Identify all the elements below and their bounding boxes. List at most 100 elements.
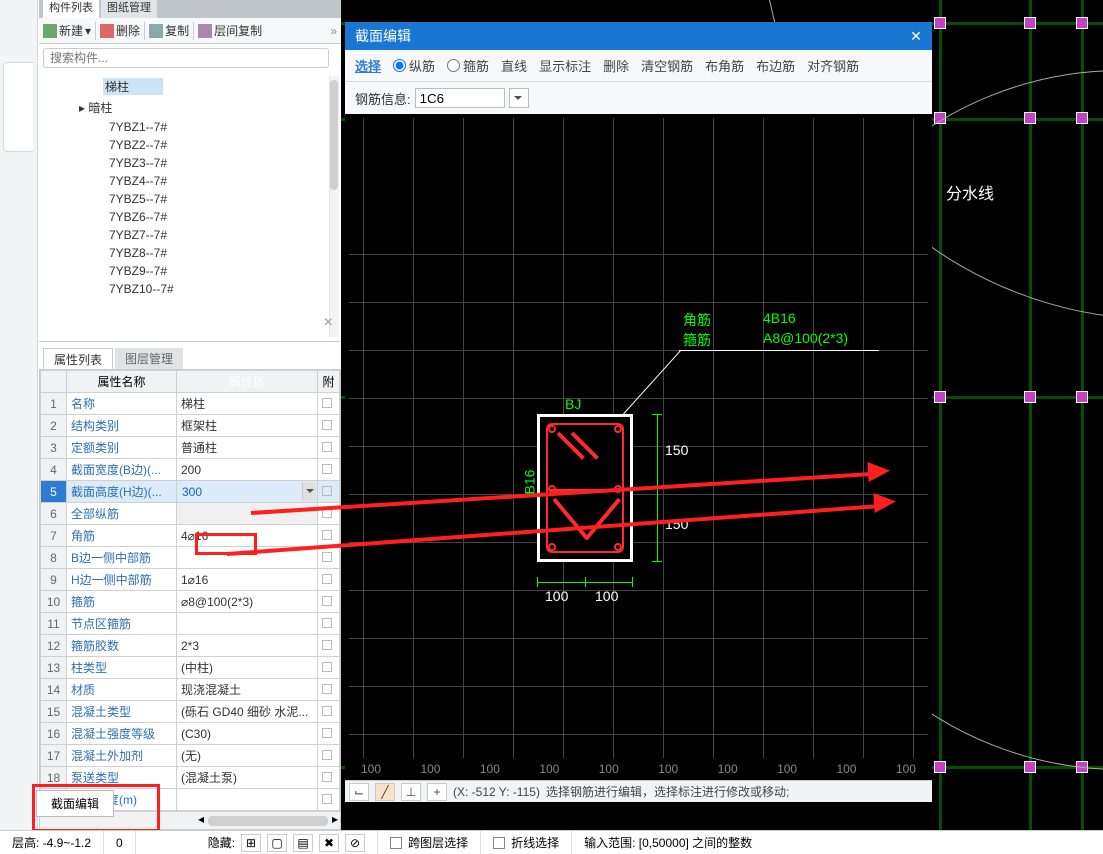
tool-align[interactable]: 对齐钢筋: [807, 56, 859, 75]
radio-stirrup[interactable]: 箍筋: [447, 56, 489, 75]
col-value: 属性值: [177, 371, 318, 393]
col-attach: 附: [318, 371, 340, 393]
steel-input[interactable]: [415, 88, 505, 108]
steel-label: 钢筋信息:: [355, 89, 411, 108]
stat-plus[interactable]: +: [427, 783, 447, 801]
coord-readout: (X: -512 Y: -115): [453, 785, 540, 799]
app-statusbar: 层高: -4.9~-1.2 0 隐藏: ⊞ ▢ ▤ ✖ ⊘ 跨图层选择 折线选择…: [0, 830, 1103, 854]
tree-child[interactable]: 暗柱: [88, 101, 112, 115]
prop-row[interactable]: 9H边一侧中部筋1⌀16: [41, 569, 340, 591]
layercopy-button[interactable]: 层间复制: [198, 22, 262, 39]
editor-titlebar[interactable]: 截面编辑 ✕: [345, 22, 932, 50]
left-panel: 构件列表 图纸管理 新建 ▾ 删除 复制 层间复制 » 梯柱 ▸ 暗柱 7YBZ…: [39, 0, 341, 830]
tool-delete[interactable]: 删除: [603, 56, 629, 75]
tree-item[interactable]: 7YBZ7--7#: [109, 226, 341, 244]
prop-row[interactable]: 14材质现浇混凝土: [41, 679, 340, 701]
copy-button[interactable]: 复制: [149, 22, 189, 39]
editor-canvas[interactable]: BJ B16 150 150 100 100 角筋 箍筋 4B16 A8@100…: [345, 114, 932, 782]
tree-item[interactable]: 7YBZ8--7#: [109, 244, 341, 262]
label-bj: BJ: [565, 396, 581, 412]
prop-row[interactable]: 16混凝土强度等级(C30): [41, 723, 340, 745]
cross-layer-check[interactable]: [390, 837, 402, 849]
tree-item[interactable]: 7YBZ6--7#: [109, 208, 341, 226]
prop-row[interactable]: 4截面宽度(B边)(...200: [41, 459, 340, 481]
tool-label[interactable]: 显示标注: [539, 56, 591, 75]
annotation-label: 分水线: [946, 180, 994, 204]
tree-root[interactable]: 梯柱: [103, 78, 163, 95]
tool-select[interactable]: 选择: [355, 56, 381, 75]
tool-line[interactable]: 直线: [501, 56, 527, 75]
legend-jiao-v: 4B16: [763, 310, 796, 326]
prop-row[interactable]: 17混凝土外加剂(无): [41, 745, 340, 767]
hide-tool-4[interactable]: ✖: [319, 834, 339, 852]
prop-value-input[interactable]: [180, 482, 301, 501]
tree-item[interactable]: 7YBZ3--7#: [109, 154, 341, 172]
radio-longbar[interactable]: 纵筋: [393, 56, 435, 75]
tool-clear[interactable]: 清空钢筋: [641, 56, 693, 75]
steel-dropdown[interactable]: [509, 88, 529, 108]
dim-150a: 150: [665, 442, 688, 458]
property-grid: 属性名称 属性值 附 1名称梯柱2结构类别框架柱3定额类别普通柱4截面宽度(B边…: [39, 369, 341, 830]
status-hint: 选择钢筋进行编辑，选择标注进行修改或移动;: [546, 783, 789, 800]
hide-tool-5[interactable]: ⊘: [345, 834, 365, 852]
hide-tool-2[interactable]: ▢: [267, 834, 287, 852]
hide-tool-1[interactable]: ⊞: [241, 834, 261, 852]
tree-item[interactable]: 7YBZ2--7#: [109, 136, 341, 154]
tree-item[interactable]: 7YBZ4--7#: [109, 172, 341, 190]
editor-toolbar: 选择 纵筋 箍筋 直线 显示标注 删除 清空钢筋 布角筋 布边筋 对齐钢筋: [345, 50, 932, 82]
prop-row[interactable]: 6全部纵筋: [41, 503, 340, 525]
tab-layer-mgmt[interactable]: 图层管理: [115, 348, 183, 370]
layercopy-icon: [198, 24, 212, 38]
prop-row[interactable]: 13柱类型(中柱): [41, 657, 340, 679]
col-name: 属性名称: [67, 371, 177, 393]
tree-item[interactable]: 7YBZ10--7#: [109, 280, 341, 298]
section-edit-button[interactable]: 截面编辑: [36, 790, 114, 817]
editor-close-icon[interactable]: ✕: [906, 26, 926, 46]
tab-graph-manage[interactable]: 图纸管理: [101, 0, 157, 18]
tree-item[interactable]: 7YBZ9--7#: [109, 262, 341, 280]
new-button[interactable]: 新建 ▾: [43, 22, 91, 39]
component-tree: 梯柱 ▸ 暗柱 7YBZ1--7#7YBZ2--7#7YBZ3--7#7YBZ4…: [39, 72, 341, 342]
new-icon: [43, 24, 57, 38]
tree-item[interactable]: 7YBZ1--7#: [109, 118, 341, 136]
prop-row[interactable]: 1名称梯柱: [41, 393, 340, 415]
legend-ku-v: A8@100(2*3): [763, 330, 848, 346]
delete-button[interactable]: 删除: [100, 22, 140, 39]
search-input[interactable]: [43, 48, 329, 68]
polyline-check[interactable]: [493, 837, 505, 849]
copy-icon: [149, 24, 163, 38]
label-b16: B16: [521, 470, 537, 495]
tree-item[interactable]: 7YBZ5--7#: [109, 190, 341, 208]
prop-row[interactable]: 7角筋4⌀16: [41, 525, 340, 547]
section-editor-window: 截面编辑 ✕ 选择 纵筋 箍筋 直线 显示标注 删除 清空钢筋 布角筋 布边筋 …: [345, 22, 932, 802]
tab-component-list[interactable]: 构件列表: [43, 0, 99, 18]
hide-tool-3[interactable]: ▤: [293, 834, 313, 852]
delete-icon: [100, 24, 114, 38]
range-hint: 输入范围: [0,50000] 之间的整数: [584, 834, 752, 851]
prop-row[interactable]: 12箍筋胶数2*3: [41, 635, 340, 657]
component-toolbar: 新建 ▾ 删除 复制 层间复制 »: [39, 18, 341, 44]
prop-value-dropdown[interactable]: [302, 482, 316, 501]
prop-row[interactable]: 3定额类别普通柱: [41, 437, 340, 459]
tool-corner[interactable]: 布角筋: [705, 56, 744, 75]
stat-origin[interactable]: ⌙: [349, 783, 369, 801]
prop-row[interactable]: 15混凝土类型(砾石 GD40 细砂 水泥...: [41, 701, 340, 723]
stat-diag[interactable]: ╱: [375, 783, 395, 801]
elev-readout: 层高: -4.9~-1.2: [12, 834, 91, 851]
dim-100a: 100: [545, 588, 568, 604]
prop-row[interactable]: 10箍筋⌀8@100(2*3): [41, 591, 340, 613]
prop-close-icon[interactable]: ×: [324, 314, 333, 332]
tool-edge[interactable]: 布边筋: [756, 56, 795, 75]
legend-ku: 箍筋: [683, 330, 711, 350]
zero-readout: 0: [116, 836, 123, 850]
tab-properties[interactable]: 属性列表: [43, 348, 113, 370]
editor-title: 截面编辑: [355, 28, 411, 44]
tree-scroll-thumb[interactable]: [330, 80, 338, 190]
stat-perp[interactable]: ⊥: [401, 783, 421, 801]
component-graph-tabs: 构件列表 图纸管理: [39, 0, 341, 18]
prop-row[interactable]: 5截面高度(H边)(...: [41, 481, 340, 503]
legend-jiao: 角筋: [683, 310, 711, 330]
prop-row[interactable]: 11节点区箍筋: [41, 613, 340, 635]
dim-100b: 100: [595, 588, 618, 604]
prop-row[interactable]: 2结构类别框架柱: [41, 415, 340, 437]
